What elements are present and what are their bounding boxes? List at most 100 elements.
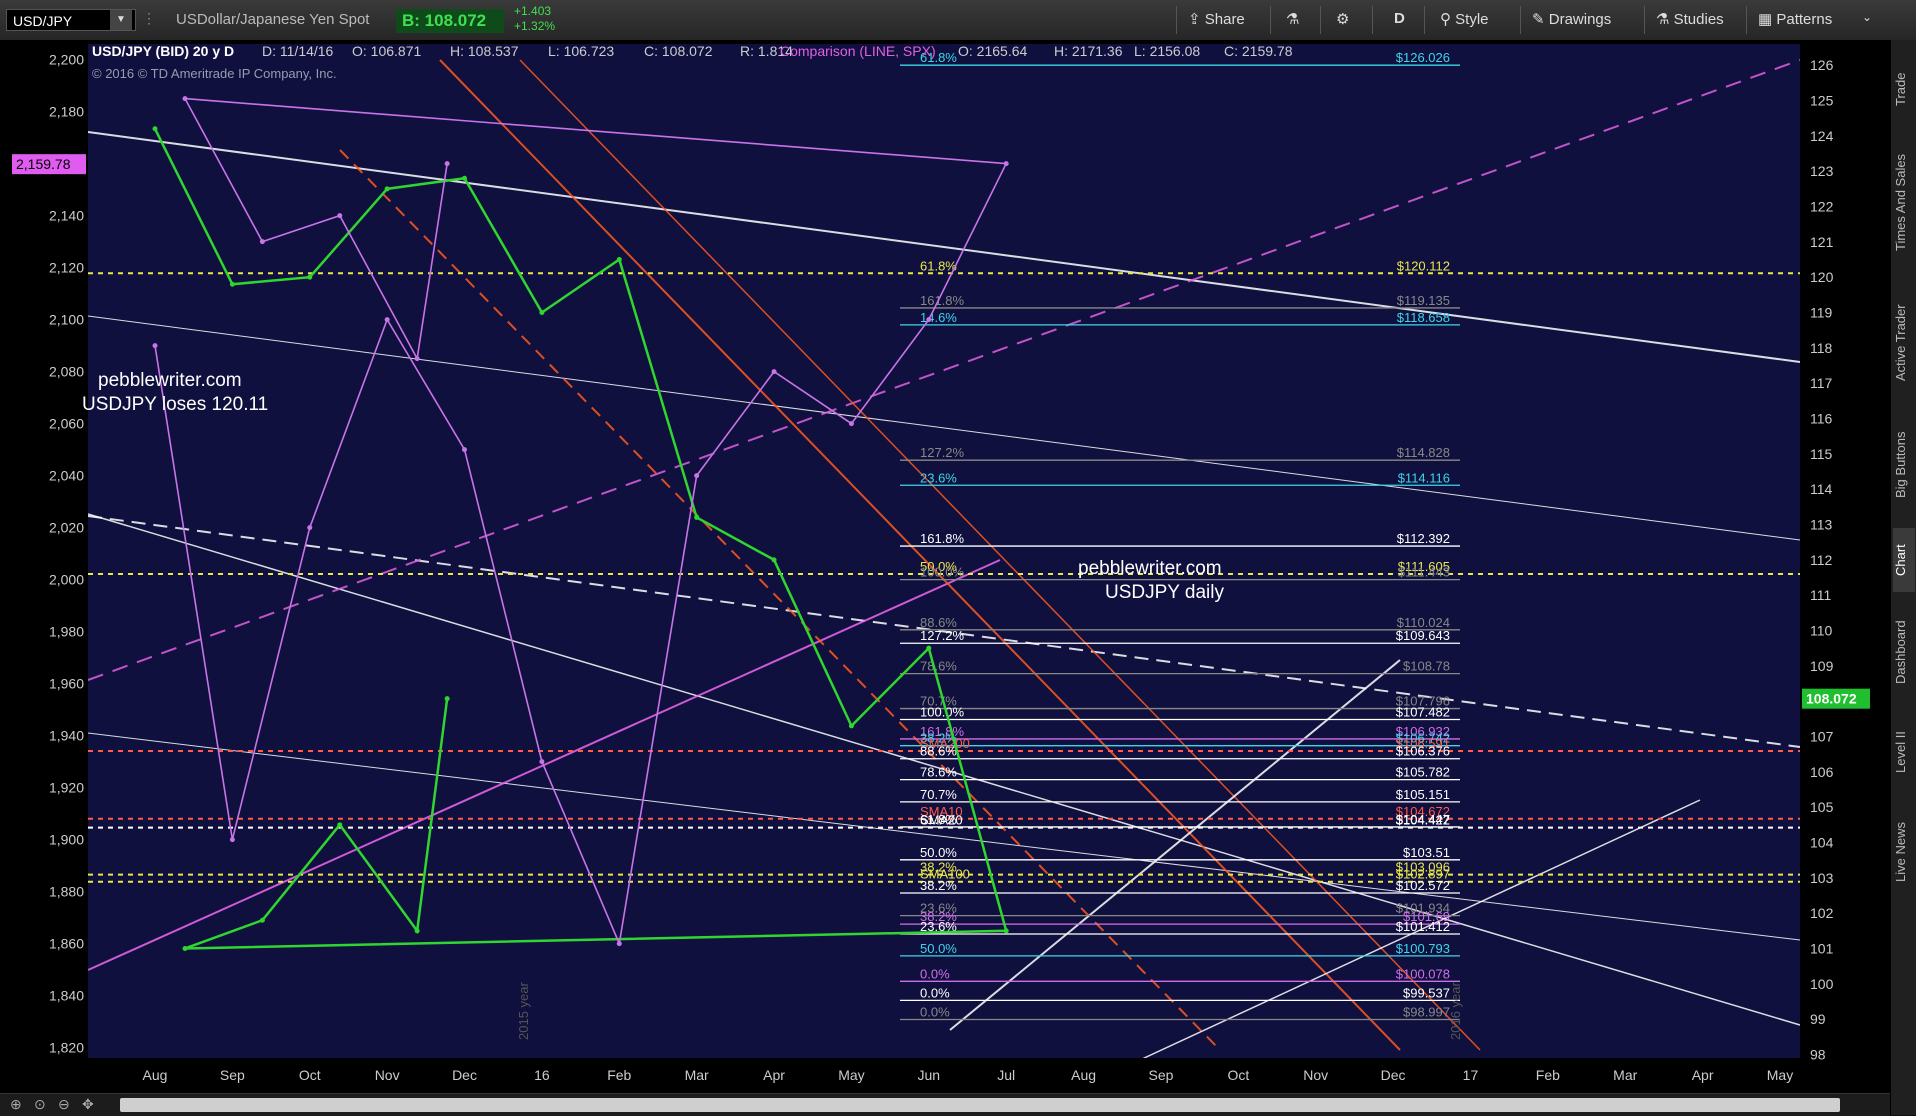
series-point [384,186,390,192]
series-point [462,447,468,453]
series-point [1003,161,1009,167]
year-2015-label: 2015 year [516,982,531,1040]
y-left-tick: 2,120 [49,260,84,276]
collapse-icon[interactable]: ⌄ [1862,10,1872,24]
move-icon[interactable]: ✥ [82,1096,94,1113]
symbol-dropdown-icon[interactable]: ▼ [110,10,132,30]
y-left-tick: 2,020 [49,520,84,536]
level-label: $100.078 [1396,966,1450,981]
level-fib-label: 161.8% [920,531,965,546]
sidebar-tab-chart[interactable]: Chart [1893,528,1915,592]
x-tick: Oct [1227,1067,1249,1083]
drawings-button[interactable]: ✎ Drawings [1532,10,1611,28]
y-left-tick: 1,900 [49,832,84,848]
y-left-tick: 1,980 [49,624,84,640]
patterns-button[interactable]: ▦ Patterns [1758,10,1832,28]
share-label: Share [1204,11,1245,28]
series-point [771,557,777,563]
level-fib-label: 50.0% [920,941,957,956]
header-open: O: 106.871 [352,43,421,59]
y-right-tick: 112 [1810,552,1833,568]
x-tick: Feb [607,1067,631,1083]
sidebar-tab-times-and-sales[interactable]: Times And Sales [1893,132,1915,272]
y-right-tick: 113 [1810,517,1833,533]
level-label: $105.151 [1396,787,1450,802]
link-icon[interactable]: ⋮ [142,10,156,27]
y-right-tick: 121 [1810,234,1834,250]
sidebar-tab-active-trader[interactable]: Active Trader [1893,284,1915,402]
x-tick: Dec [1381,1067,1406,1083]
level-fib-label: 38.2% [920,878,957,893]
level-label: $101.412 [1396,919,1450,934]
y-right-tick: 123 [1810,163,1834,179]
year-2016-label: 2016 year [1448,982,1463,1040]
y-left-tick: 1,820 [49,1040,84,1056]
level-fib-label: 78.6% [920,659,957,674]
x-tick: Sep [220,1067,245,1083]
level-label: $104.422 [1396,813,1450,828]
series-point [229,281,235,287]
timeframe-button[interactable]: D [1394,10,1405,27]
level-label: $111.443 [1398,565,1450,580]
level-fib-label: 70.7% [920,787,957,802]
right-sidebar: Trade Times And Sales Active Trader Big But… [1890,40,1916,1115]
chart-area[interactable]: $126.026 61.8% $120.112 61.8% $119.135 161.8%… [0,40,1890,1102]
y-left-tick: 2,040 [49,468,84,484]
flask-icon[interactable]: ⚗ [1286,10,1299,28]
comparison-label: Comparison (LINE, SPX) [780,43,936,59]
series-point [616,941,622,947]
sidebar-tab-level-ii[interactable]: Level II [1893,712,1915,792]
x-tick: Dec [452,1067,477,1083]
zoom-icon[interactable]: ⊙ [34,1096,46,1113]
x-tick: Nov [375,1067,400,1083]
bid-price: B: 108.072 [396,9,504,33]
gear-icon[interactable]: ⚙ [1336,10,1349,28]
series-point [771,369,777,375]
note2-line1: pebblewriter.com [1078,558,1222,579]
studies-button[interactable]: ⚗ Studies [1656,10,1724,28]
note1-line2: USDJPY loses 120.11 [82,394,268,415]
x-tick: Mar [1613,1067,1637,1083]
zoom-in-icon[interactable]: ⊕ [10,1096,22,1113]
note1-line1: pebblewriter.com [98,370,242,391]
level-fib-label: 88.6% [920,744,957,759]
level-fib-label: 78.6% [920,765,957,780]
series-point [616,257,622,263]
sidebar-tab-big-buttons[interactable]: Big Buttons [1893,414,1915,516]
series-point [259,239,265,245]
x-tick: Apr [763,1067,785,1083]
toolbar-separator [1320,6,1321,34]
style-button[interactable]: ⚲ Style [1440,10,1489,28]
x-tick: Jul [997,1067,1015,1083]
level-fib-label: 127.2% [920,628,965,643]
zoom-out-icon[interactable]: ⊖ [58,1096,70,1113]
level-label: $112.392 [1397,531,1450,546]
sidebar-tab-trade[interactable]: Trade [1893,58,1915,120]
y-right-tick: 111 [1810,587,1831,603]
y-right-tick: 120 [1810,269,1834,285]
toolbar-separator [1746,6,1747,34]
level-fib-label: 0.0% [920,1004,950,1019]
chart-ticker: USD/JPY (BID) 20 y D [92,43,234,59]
series-point [307,274,313,280]
share-button[interactable]: ⇪ Share [1188,10,1245,28]
sidebar-tab-dashboard[interactable]: Dashboard [1893,604,1915,700]
level-fib-label: 0.0% [920,966,950,981]
scroll-thumb[interactable] [120,1098,1840,1112]
style-icon: ⚲ [1440,11,1451,28]
y-right-tick: 126 [1810,57,1834,73]
y-right-tick: 122 [1810,199,1834,215]
x-tick: Sep [1148,1067,1173,1083]
horizontal-scrollbar[interactable]: ⊕ ⊙ ⊖ ✥ [0,1093,1890,1116]
symbol-description: USDollar/Japanese Yen Spot [176,11,370,28]
toolbar-separator [1424,6,1425,34]
style-label: Style [1455,11,1489,28]
series-point [414,928,420,934]
sidebar-tab-live-news[interactable]: Live News [1893,804,1915,900]
top-toolbar: USD/JPY ▼ ⋮ USDollar/Japanese Yen Spot B… [0,0,1916,41]
spx-last-label: 2,159.78 [16,156,71,172]
series-point [444,696,450,702]
y-right-tick: 116 [1810,411,1833,427]
y-right-tick: 105 [1810,799,1834,815]
y-left-tick: 1,960 [49,676,84,692]
